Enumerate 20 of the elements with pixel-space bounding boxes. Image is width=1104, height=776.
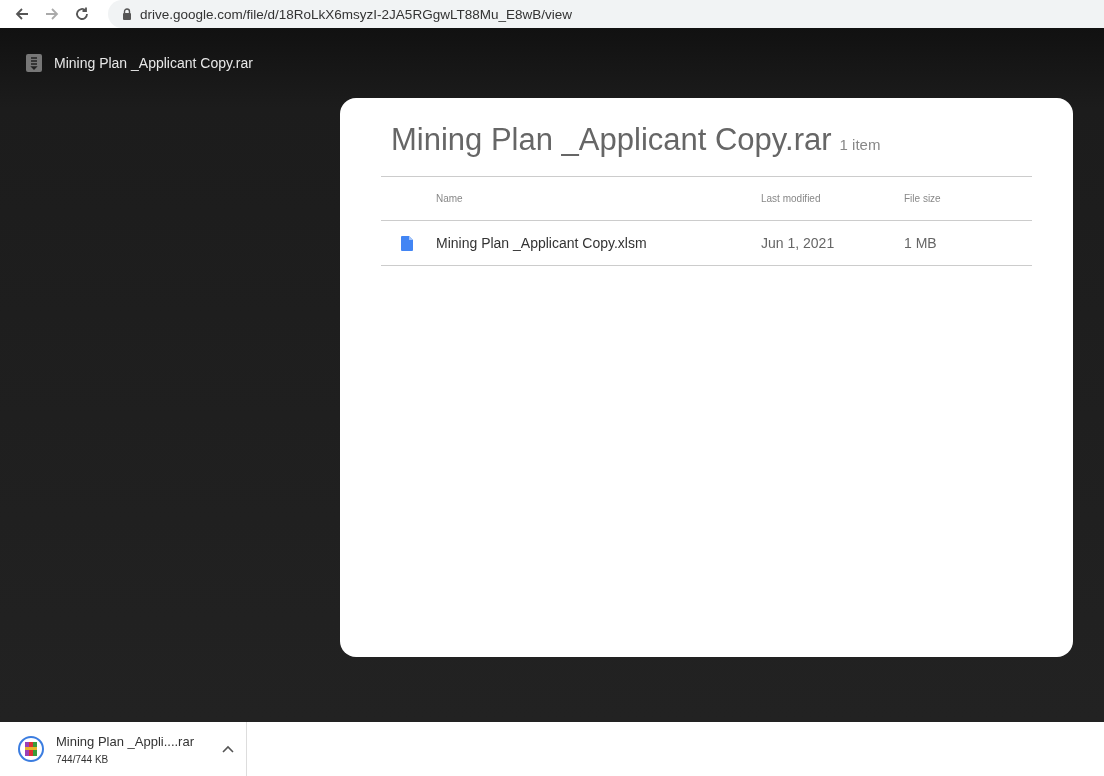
modified-date: Jun 1, 2021: [761, 235, 836, 251]
archive-icon: [26, 54, 42, 72]
download-item[interactable]: Mining Plan _Appli....rar 744/744 KB: [18, 722, 247, 776]
download-size: 744/744 KB: [56, 753, 110, 765]
archive-title: Mining Plan _Applicant Copy.rar: [391, 122, 832, 158]
column-header: Last modified: [761, 193, 822, 204]
item-count: 1 item: [839, 136, 881, 153]
file-size: 1 MB: [904, 235, 938, 251]
reload-icon[interactable]: [74, 6, 90, 22]
address-bar[interactable]: drive.google.com/file/d/18RoLkX6msyzI-2JA5RGgwLT88Mu_E8wB/view: [108, 0, 1104, 28]
lock-icon: [122, 8, 132, 20]
download-name: Mining Plan _Appli....rar: [56, 733, 194, 749]
archive-books-icon: [18, 736, 44, 762]
viewer-title: Mining Plan _Applicant Copy.rar: [54, 55, 253, 71]
back-icon[interactable]: [14, 6, 30, 22]
caret-icon[interactable]: [222, 745, 234, 753]
file-name[interactable]: Mining Plan _Applicant Copy.xlsm: [436, 235, 761, 251]
column-header: Name: [436, 193, 464, 204]
document-icon: [401, 235, 413, 251]
column-header: File size: [904, 193, 942, 204]
